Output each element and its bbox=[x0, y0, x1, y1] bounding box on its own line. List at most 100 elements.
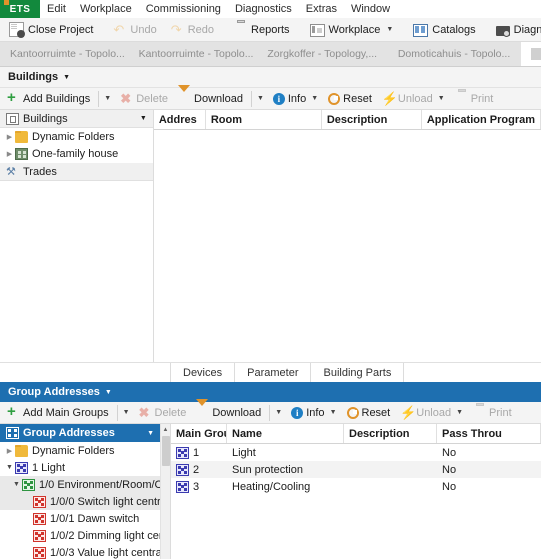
unload-label: Unload bbox=[397, 92, 433, 105]
scrollbar-thumb[interactable] bbox=[162, 436, 170, 466]
project-tab-1[interactable]: Kantoorruimte - Topolo... bbox=[0, 42, 129, 66]
reports-label: Reports bbox=[251, 23, 290, 36]
group-addresses-panel: Group Addresses ▼ + Add Main Groups ▼ ✖ … bbox=[0, 382, 541, 559]
group-addresses-panel-title[interactable]: Group Addresses ▼ bbox=[0, 382, 541, 402]
download-button[interactable]: Download bbox=[173, 85, 248, 109]
tree-item-dynamic-folders[interactable]: ▶ Dynamic Folders bbox=[0, 442, 160, 459]
add-main-groups-button[interactable]: + Add Main Groups bbox=[2, 403, 114, 423]
column-header-main-group[interactable]: Main Grou bbox=[171, 424, 227, 443]
column-header-description[interactable]: Description bbox=[344, 424, 437, 443]
cell-main-group: 2 bbox=[171, 461, 227, 478]
chevron-down-icon[interactable]: ▼ bbox=[105, 389, 112, 396]
info-button[interactable]: i Info ▼ bbox=[268, 89, 323, 109]
expander-collapsed-icon[interactable]: ▶ bbox=[4, 447, 15, 455]
toolbar-separator bbox=[269, 404, 271, 421]
chevron-down-icon[interactable]: ▼ bbox=[63, 74, 70, 81]
reports-button[interactable]: Reports bbox=[227, 19, 297, 41]
add-buildings-button[interactable]: + Add Buildings bbox=[2, 89, 95, 109]
reset-button[interactable]: Reset bbox=[342, 403, 396, 423]
plus-icon: + bbox=[7, 89, 16, 106]
menu-item-window[interactable]: Window bbox=[344, 0, 397, 18]
print-button[interactable]: Print bbox=[450, 89, 499, 109]
chevron-down-icon[interactable]: ▼ bbox=[311, 95, 318, 102]
menu-item-workplace[interactable]: Workplace bbox=[73, 0, 139, 18]
chevron-down-icon[interactable]: ▼ bbox=[330, 409, 337, 416]
tree-item-ga-1-0-0[interactable]: 1/0/0 Switch light central bbox=[0, 493, 160, 510]
tree-item-ga-1-0-1[interactable]: 1/0/1 Dawn switch bbox=[0, 510, 160, 527]
unload-button[interactable]: ⚡ Unload ▼ bbox=[395, 403, 468, 423]
menu-item-extras[interactable]: Extras bbox=[299, 0, 344, 18]
group-addresses-tree-body: ▶ Dynamic Folders ▼ 1 Light ▼ 1/0 Enviro… bbox=[0, 442, 160, 559]
menu-item-edit[interactable]: Edit bbox=[40, 0, 73, 18]
table-row[interactable]: 3 Heating/Cooling No bbox=[171, 478, 541, 495]
chevron-down-icon[interactable]: ▼ bbox=[147, 430, 154, 437]
tree-item-dynamic-folders[interactable]: ▶ Dynamic Folders bbox=[0, 128, 153, 145]
tab-building-parts[interactable]: Building Parts bbox=[311, 363, 405, 382]
close-project-button[interactable]: Close Project bbox=[2, 19, 100, 41]
menu-item-commissioning[interactable]: Commissioning bbox=[139, 0, 228, 18]
expander-expanded-icon[interactable]: ▼ bbox=[4, 464, 15, 471]
info-button[interactable]: i Info ▼ bbox=[286, 403, 341, 423]
menu-bar: ETS Edit Workplace Commissioning Diagnos… bbox=[0, 0, 541, 18]
redo-button[interactable]: ↷ Redo bbox=[164, 19, 221, 41]
tree-item-one-family-house[interactable]: ▶ One-family house bbox=[0, 145, 153, 162]
chevron-down-icon[interactable]: ▼ bbox=[456, 409, 463, 416]
group-addresses-tree-header[interactable]: Group Addresses ▼ bbox=[0, 424, 160, 442]
tree-vertical-scrollbar[interactable]: ▲ bbox=[160, 424, 170, 559]
group-grid-body: 1 Light No 2 Sun protection No 3 Heating… bbox=[171, 444, 541, 495]
tab-parameter[interactable]: Parameter bbox=[235, 363, 312, 382]
table-row[interactable]: 1 Light No bbox=[171, 444, 541, 461]
menu-item-diagnostics[interactable]: Diagnostics bbox=[228, 0, 299, 18]
delete-button[interactable]: ✖ Delete bbox=[115, 89, 173, 109]
add-main-groups-chevron-down-icon[interactable]: ▼ bbox=[123, 409, 130, 416]
buildings-body: Buildings ▼ ▶ Dynamic Folders ▶ One-fami… bbox=[0, 110, 541, 362]
ga-red-icon bbox=[33, 495, 46, 508]
reset-button[interactable]: Reset bbox=[323, 89, 377, 109]
expander-collapsed-icon[interactable]: ▶ bbox=[4, 150, 15, 158]
buildings-panel-title-label: Buildings bbox=[8, 71, 59, 83]
buildings-panel-title[interactable]: Buildings ▼ bbox=[0, 67, 541, 88]
column-header-pass-through[interactable]: Pass Throu bbox=[437, 424, 541, 443]
project-tab-3[interactable]: Zorgkoffer - Topology,... bbox=[257, 42, 387, 66]
download-icon bbox=[178, 85, 191, 105]
tree-item-ga-1-0-2[interactable]: 1/0/2 Dimming light central bbox=[0, 527, 160, 544]
ets-application-window: ETS Edit Workplace Commissioning Diagnos… bbox=[0, 0, 541, 559]
tree-item-label: 1/0/1 Dawn switch bbox=[50, 512, 140, 525]
table-row[interactable]: 2 Sun protection No bbox=[171, 461, 541, 478]
chevron-down-icon[interactable]: ▼ bbox=[140, 115, 147, 122]
unload-button[interactable]: ⚡ Unload ▼ bbox=[377, 89, 450, 109]
tree-item-ga-1-0-3[interactable]: 1/0/3 Value light central bbox=[0, 544, 160, 559]
download-chevron-down-icon[interactable]: ▼ bbox=[257, 95, 264, 102]
expander-expanded-icon[interactable]: ▼ bbox=[11, 481, 22, 488]
column-header-name[interactable]: Name bbox=[227, 424, 344, 443]
column-header-description[interactable]: Description bbox=[322, 110, 422, 129]
column-header-application-program[interactable]: Application Program bbox=[422, 110, 541, 129]
tree-item-main-group-1-light[interactable]: ▼ 1 Light bbox=[0, 459, 160, 476]
expander-collapsed-icon[interactable]: ▶ bbox=[4, 133, 15, 141]
add-buildings-chevron-down-icon[interactable]: ▼ bbox=[104, 95, 111, 102]
tab-devices[interactable]: Devices bbox=[171, 363, 236, 382]
column-header-room[interactable]: Room bbox=[206, 110, 322, 129]
scroll-up-arrow-icon[interactable]: ▲ bbox=[161, 424, 170, 435]
project-tab-4[interactable]: Domoticahuis - Topolo... bbox=[388, 42, 521, 66]
trades-section-header[interactable]: ⚒ Trades bbox=[0, 163, 153, 181]
diagnostics-button[interactable]: Diagnostics bbox=[489, 19, 541, 41]
chevron-down-icon[interactable]: ▼ bbox=[438, 95, 445, 102]
chevron-down-icon[interactable]: ▼ bbox=[386, 26, 393, 33]
catalogs-label: Catalogs bbox=[432, 23, 476, 36]
ga-red-icon bbox=[33, 546, 46, 559]
tree-item-middle-group-1-0[interactable]: ▼ 1/0 Environment/Room/Central bbox=[0, 476, 160, 493]
print-button[interactable]: Print bbox=[468, 403, 517, 423]
delete-button[interactable]: ✖ Delete bbox=[134, 403, 192, 423]
add-buildings-label: Add Buildings bbox=[23, 92, 91, 105]
project-tab-5-active[interactable]: New projec bbox=[521, 42, 541, 66]
undo-button[interactable]: ↶ Undo bbox=[106, 19, 163, 41]
catalogs-button[interactable]: Catalogs bbox=[406, 19, 482, 41]
toolbar-separator bbox=[98, 90, 100, 107]
download-button[interactable]: Download bbox=[191, 399, 266, 423]
buildings-tree-header[interactable]: Buildings ▼ bbox=[0, 110, 153, 128]
download-chevron-down-icon[interactable]: ▼ bbox=[275, 409, 282, 416]
project-tab-2[interactable]: Kantoorruimte - Topolo... bbox=[129, 42, 258, 66]
workplace-button[interactable]: Workplace ▼ bbox=[303, 19, 401, 41]
column-header-address[interactable]: Addres bbox=[154, 110, 206, 129]
